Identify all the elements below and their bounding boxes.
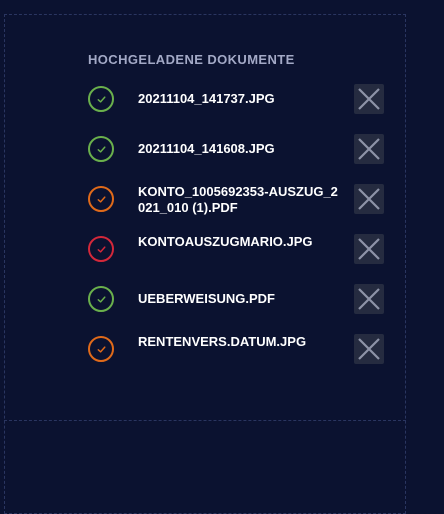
file-row: KONTOAUSZUGMARIO.JPG	[88, 234, 388, 270]
file-name: KONTOAUSZUGMARIO.JPG	[138, 234, 313, 249]
close-icon	[358, 338, 380, 360]
file-row: RENTENVERS.DATUM.JPG	[88, 334, 388, 370]
close-icon	[358, 88, 380, 110]
status-check-icon	[88, 336, 114, 362]
status-check-icon	[88, 86, 114, 112]
file-row: UEBERWEISUNG.PDF	[88, 284, 388, 320]
status-check-icon	[88, 136, 114, 162]
remove-file-button[interactable]	[354, 184, 384, 214]
remove-file-button[interactable]	[354, 84, 384, 114]
panel-divider	[4, 420, 406, 421]
status-check-icon	[88, 236, 114, 262]
file-name: 20211104_141737.JPG	[138, 91, 275, 106]
uploaded-documents-title: HOCHGELADENE DOKUMENTE	[88, 52, 295, 67]
close-icon	[358, 238, 380, 260]
close-icon	[358, 188, 380, 210]
file-row: 20211104_141608.JPG	[88, 134, 388, 170]
remove-file-button[interactable]	[354, 234, 384, 264]
close-icon	[358, 288, 380, 310]
file-name: RENTENVERS.DATUM.JPG	[138, 334, 307, 349]
remove-file-button[interactable]	[354, 134, 384, 164]
remove-file-button[interactable]	[354, 334, 384, 364]
file-row: 20211104_141737.JPG	[88, 84, 388, 120]
status-check-icon	[88, 186, 114, 212]
file-name: 20211104_141608.JPG	[138, 141, 275, 156]
file-name: KONTO_1005692353-AUSZUG_2021_010 (1).PDF	[138, 184, 338, 215]
remove-file-button[interactable]	[354, 284, 384, 314]
file-row: KONTO_1005692353-AUSZUG_2021_010 (1).PDF	[88, 184, 388, 220]
status-check-icon	[88, 286, 114, 312]
file-name: UEBERWEISUNG.PDF	[138, 291, 275, 306]
close-icon	[358, 138, 380, 160]
